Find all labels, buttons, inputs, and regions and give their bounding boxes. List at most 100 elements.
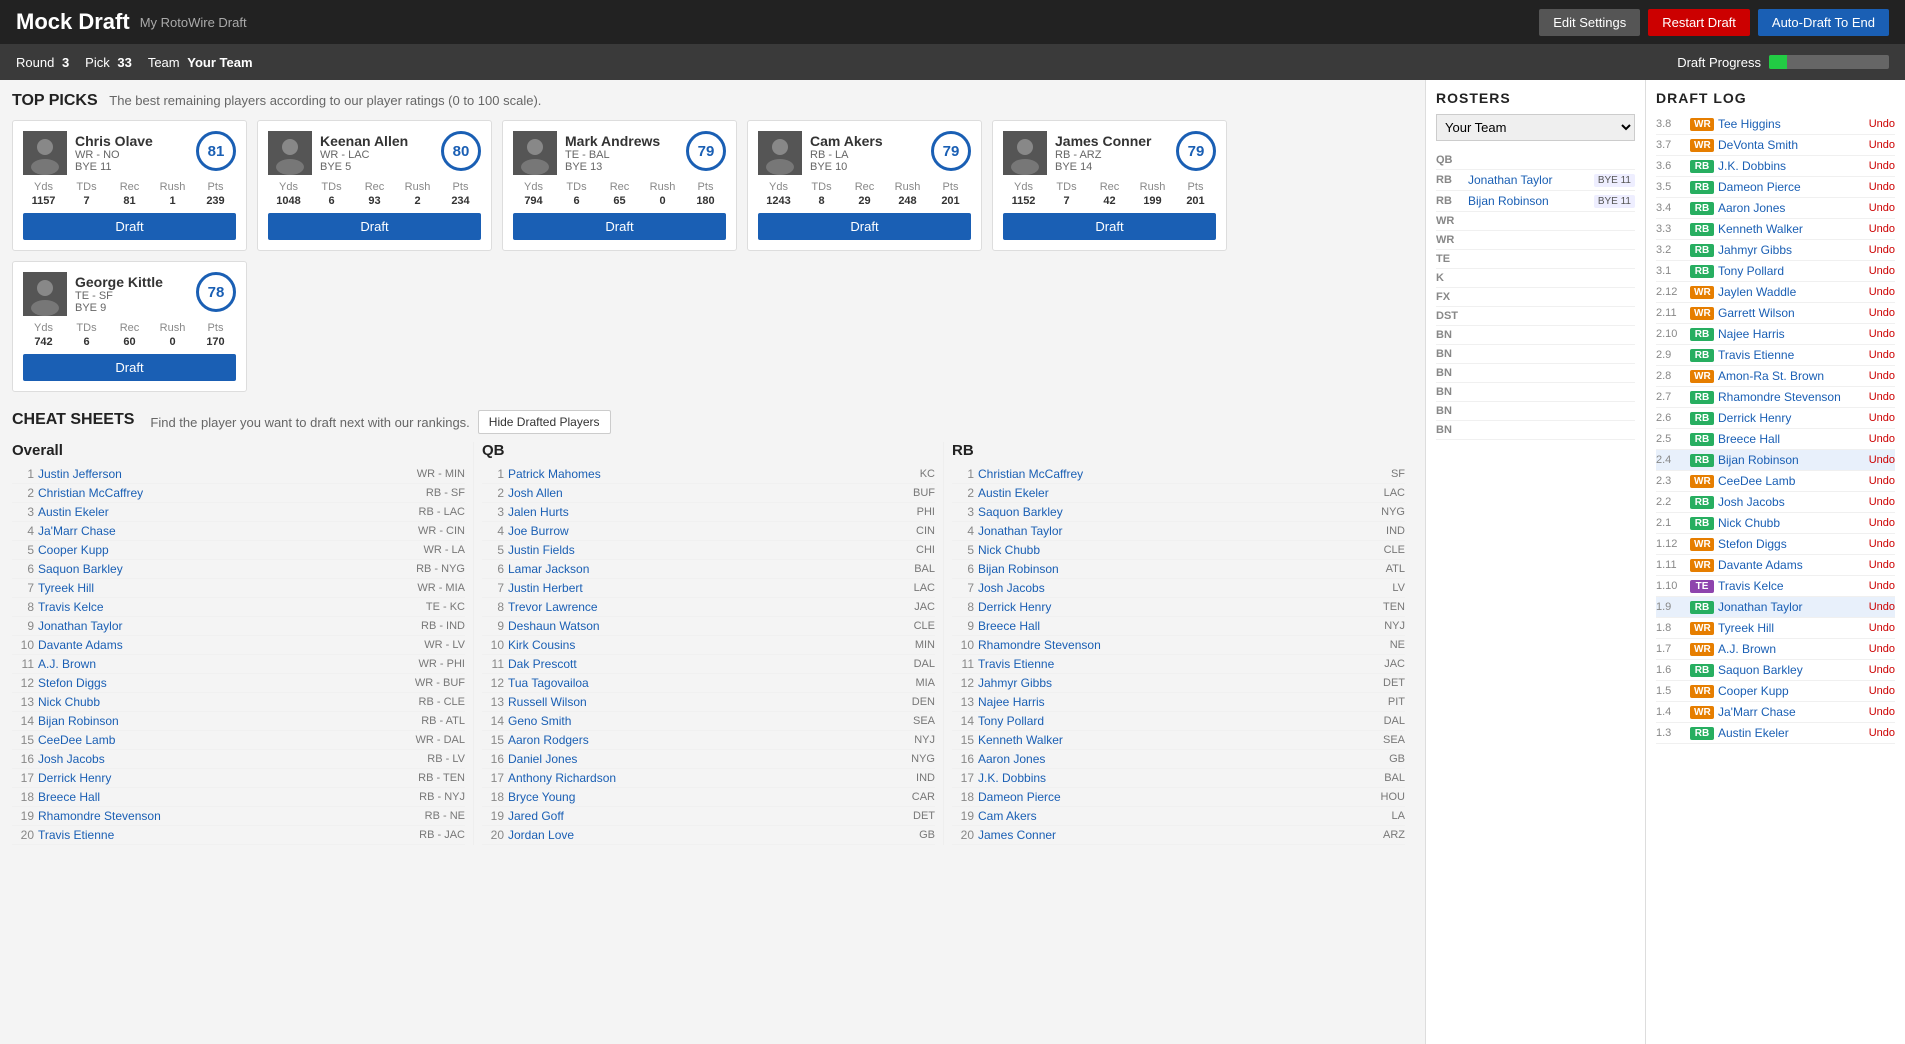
undo-pick-button[interactable]: Undo [1869, 580, 1895, 592]
player-name-link[interactable]: Derrick Henry [38, 771, 414, 785]
undo-pick-button[interactable]: Undo [1869, 559, 1895, 571]
player-name-link[interactable]: Jared Goff [508, 809, 909, 823]
drafted-player-name[interactable]: Derrick Henry [1718, 411, 1865, 425]
drafted-player-name[interactable]: CeeDee Lamb [1718, 474, 1865, 488]
drafted-player-name[interactable]: Stefon Diggs [1718, 537, 1865, 551]
drafted-player-name[interactable]: Cooper Kupp [1718, 684, 1865, 698]
player-name-link[interactable]: Tyreek Hill [38, 581, 413, 595]
undo-pick-button[interactable]: Undo [1869, 244, 1895, 256]
team-select[interactable]: Your Team [1436, 114, 1635, 141]
player-name-link[interactable]: Geno Smith [508, 714, 909, 728]
player-name-link[interactable]: Bijan Robinson [38, 714, 417, 728]
player-name-link[interactable]: Cooper Kupp [38, 543, 419, 557]
player-name-link[interactable]: Austin Ekeler [978, 486, 1380, 500]
undo-pick-button[interactable]: Undo [1869, 307, 1895, 319]
drafted-player-name[interactable]: Tony Pollard [1718, 264, 1865, 278]
undo-pick-button[interactable]: Undo [1869, 202, 1895, 214]
drafted-player-name[interactable]: Travis Kelce [1718, 579, 1865, 593]
player-name-link[interactable]: Rhamondre Stevenson [38, 809, 421, 823]
drafted-player-name[interactable]: Jonathan Taylor [1718, 600, 1865, 614]
drafted-player-name[interactable]: Nick Chubb [1718, 516, 1865, 530]
undo-pick-button[interactable]: Undo [1869, 496, 1895, 508]
player-name-link[interactable]: Nick Chubb [38, 695, 415, 709]
roster-player-name[interactable]: Bijan Robinson [1468, 194, 1590, 208]
player-name-link[interactable]: Christian McCaffrey [38, 486, 422, 500]
restart-draft-button[interactable]: Restart Draft [1648, 9, 1750, 36]
player-name-link[interactable]: Justin Herbert [508, 581, 910, 595]
undo-pick-button[interactable]: Undo [1869, 706, 1895, 718]
undo-pick-button[interactable]: Undo [1869, 328, 1895, 340]
draft-button[interactable]: Draft [1003, 213, 1216, 240]
player-name-link[interactable]: Aaron Rodgers [508, 733, 910, 747]
drafted-player-name[interactable]: Dameon Pierce [1718, 180, 1865, 194]
undo-pick-button[interactable]: Undo [1869, 139, 1895, 151]
undo-pick-button[interactable]: Undo [1869, 517, 1895, 529]
undo-pick-button[interactable]: Undo [1869, 685, 1895, 697]
player-name-link[interactable]: Aaron Jones [978, 752, 1385, 766]
player-name-link[interactable]: Tony Pollard [978, 714, 1380, 728]
player-name-link[interactable]: Breece Hall [978, 619, 1380, 633]
drafted-player-name[interactable]: Jaylen Waddle [1718, 285, 1865, 299]
player-name-link[interactable]: Anthony Richardson [508, 771, 912, 785]
drafted-player-name[interactable]: Jahmyr Gibbs [1718, 243, 1865, 257]
undo-pick-button[interactable]: Undo [1869, 391, 1895, 403]
player-name-link[interactable]: Dak Prescott [508, 657, 910, 671]
player-name-link[interactable]: Jonathan Taylor [978, 524, 1382, 538]
player-name-link[interactable]: Kirk Cousins [508, 638, 911, 652]
undo-pick-button[interactable]: Undo [1869, 412, 1895, 424]
player-name-link[interactable]: Jonathan Taylor [38, 619, 417, 633]
player-name-link[interactable]: Rhamondre Stevenson [978, 638, 1386, 652]
undo-pick-button[interactable]: Undo [1869, 454, 1895, 466]
undo-pick-button[interactable]: Undo [1869, 160, 1895, 172]
drafted-player-name[interactable]: Breece Hall [1718, 432, 1865, 446]
drafted-player-name[interactable]: Najee Harris [1718, 327, 1865, 341]
undo-pick-button[interactable]: Undo [1869, 643, 1895, 655]
player-name-link[interactable]: Lamar Jackson [508, 562, 910, 576]
player-name-link[interactable]: Josh Jacobs [38, 752, 423, 766]
drafted-player-name[interactable]: Aaron Jones [1718, 201, 1865, 215]
player-name-link[interactable]: Najee Harris [978, 695, 1384, 709]
drafted-player-name[interactable]: Ja'Marr Chase [1718, 705, 1865, 719]
player-name-link[interactable]: CeeDee Lamb [38, 733, 412, 747]
player-name-link[interactable]: A.J. Brown [38, 657, 415, 671]
player-name-link[interactable]: Saquon Barkley [978, 505, 1377, 519]
player-name-link[interactable]: Travis Kelce [38, 600, 422, 614]
drafted-player-name[interactable]: Kenneth Walker [1718, 222, 1865, 236]
player-name-link[interactable]: Deshaun Watson [508, 619, 910, 633]
drafted-player-name[interactable]: A.J. Brown [1718, 642, 1865, 656]
player-name-link[interactable]: Travis Etienne [38, 828, 415, 842]
undo-pick-button[interactable]: Undo [1869, 286, 1895, 298]
player-name-link[interactable]: Christian McCaffrey [978, 467, 1387, 481]
player-name-link[interactable]: J.K. Dobbins [978, 771, 1380, 785]
undo-pick-button[interactable]: Undo [1869, 223, 1895, 235]
drafted-player-name[interactable]: DeVonta Smith [1718, 138, 1865, 152]
hide-drafted-button[interactable]: Hide Drafted Players [478, 410, 611, 434]
player-name-link[interactable]: Justin Fields [508, 543, 912, 557]
drafted-player-name[interactable]: Travis Etienne [1718, 348, 1865, 362]
undo-pick-button[interactable]: Undo [1869, 601, 1895, 613]
undo-pick-button[interactable]: Undo [1869, 433, 1895, 445]
drafted-player-name[interactable]: Saquon Barkley [1718, 663, 1865, 677]
undo-pick-button[interactable]: Undo [1869, 370, 1895, 382]
player-name-link[interactable]: Austin Ekeler [38, 505, 415, 519]
player-name-link[interactable]: Jalen Hurts [508, 505, 913, 519]
drafted-player-name[interactable]: Josh Jacobs [1718, 495, 1865, 509]
edit-settings-button[interactable]: Edit Settings [1539, 9, 1640, 36]
draft-button[interactable]: Draft [23, 213, 236, 240]
drafted-player-name[interactable]: Bijan Robinson [1718, 453, 1865, 467]
player-name-link[interactable]: Jordan Love [508, 828, 915, 842]
undo-pick-button[interactable]: Undo [1869, 118, 1895, 130]
autodraft-button[interactable]: Auto-Draft To End [1758, 9, 1889, 36]
drafted-player-name[interactable]: J.K. Dobbins [1718, 159, 1865, 173]
player-name-link[interactable]: Russell Wilson [508, 695, 908, 709]
drafted-player-name[interactable]: Austin Ekeler [1718, 726, 1865, 740]
player-name-link[interactable]: Nick Chubb [978, 543, 1380, 557]
draft-button[interactable]: Draft [758, 213, 971, 240]
player-name-link[interactable]: Daniel Jones [508, 752, 907, 766]
player-name-link[interactable]: Bryce Young [508, 790, 908, 804]
player-name-link[interactable]: Travis Etienne [978, 657, 1380, 671]
undo-pick-button[interactable]: Undo [1869, 349, 1895, 361]
undo-pick-button[interactable]: Undo [1869, 538, 1895, 550]
drafted-player-name[interactable]: Garrett Wilson [1718, 306, 1865, 320]
player-name-link[interactable]: Ja'Marr Chase [38, 524, 414, 538]
